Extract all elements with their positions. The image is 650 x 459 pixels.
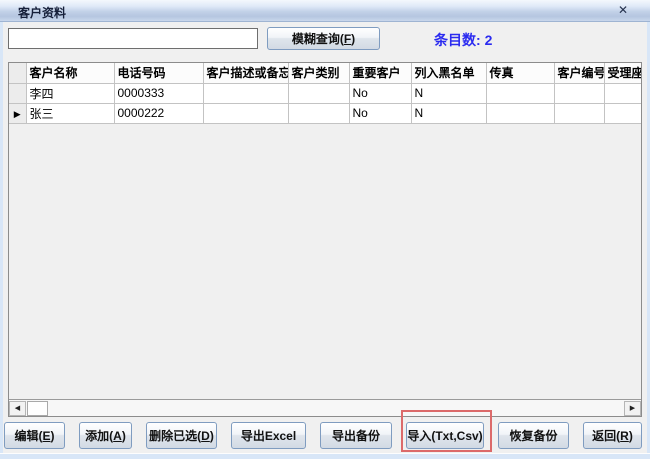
restore-backup-button[interactable]: 恢复备份 <box>498 422 569 449</box>
search-input[interactable] <box>8 28 258 49</box>
grid-cell[interactable]: N <box>411 103 486 123</box>
column-header[interactable]: 传真 <box>486 63 554 83</box>
delete-selected-button[interactable]: 删除已选(D) <box>146 422 217 449</box>
grid-cell[interactable] <box>486 103 554 123</box>
footer-button-bar: 编辑(E) 添加(A) 删除已选(D) 导出Excel 导出备份导入(Txt,Csv) 恢… <box>4 422 642 449</box>
window-frame-left <box>0 22 3 459</box>
entry-count: 条目数: 2 <box>434 30 492 50</box>
grid-cell[interactable] <box>486 83 554 103</box>
grid-cell[interactable]: 张三 <box>26 103 114 123</box>
grid-cell[interactable]: No <box>349 83 411 103</box>
current-row-arrow-icon: ▶ <box>14 109 21 119</box>
row-selector[interactable]: ▶ <box>9 103 26 123</box>
grid-cell[interactable] <box>554 83 604 103</box>
row-selector-header[interactable] <box>9 63 26 83</box>
entry-count-label: 条目数: <box>434 32 481 48</box>
column-header[interactable]: 客户描述或备忘 <box>203 63 288 83</box>
export-excel-button[interactable]: 导出Excel <box>231 422 306 449</box>
column-header[interactable]: 电话号码 <box>114 63 203 83</box>
column-header[interactable]: 受理座席 <box>604 63 642 83</box>
column-header[interactable]: 重要客户 <box>349 63 411 83</box>
grid-cell[interactable] <box>554 103 604 123</box>
fuzzy-query-button[interactable]: 模糊查询(F) <box>267 27 380 50</box>
column-header[interactable]: 列入黑名单 <box>411 63 486 83</box>
grid-cell[interactable]: 0000222 <box>114 103 203 123</box>
column-header[interactable]: 客户编号 <box>554 63 604 83</box>
title-bar[interactable]: 客户资料 ✕ <box>0 0 650 22</box>
grid-cell[interactable]: 0000333 <box>114 83 203 103</box>
grid-row[interactable]: 李四0000333 NoN <box>9 83 642 103</box>
customer-grid: 客户名称电话号码客户描述或备忘客户类别重要客户列入黑名单传真客户编号受理座席李四… <box>8 62 642 417</box>
entry-count-value: 2 <box>485 32 493 48</box>
grid-row[interactable]: ▶ 张三0000222 NoN <box>9 103 642 123</box>
row-selector[interactable] <box>9 83 26 103</box>
grid-cell[interactable]: 李四 <box>26 83 114 103</box>
scrollbar-thumb[interactable] <box>27 401 48 416</box>
scroll-left-icon[interactable]: ◀ <box>9 401 26 416</box>
horizontal-scrollbar[interactable]: ◀ ▶ <box>9 399 641 416</box>
grid-cell[interactable] <box>203 83 288 103</box>
customer-grid-table: 客户名称电话号码客户描述或备忘客户类别重要客户列入黑名单传真客户编号受理座席李四… <box>9 63 642 124</box>
column-header[interactable]: 客户名称 <box>26 63 114 83</box>
column-header[interactable]: 客户类别 <box>288 63 349 83</box>
return-button[interactable]: 返回(R) <box>583 422 642 449</box>
grid-cell[interactable]: No <box>349 103 411 123</box>
grid-cell[interactable] <box>203 103 288 123</box>
grid-cell[interactable] <box>604 103 642 123</box>
scroll-right-icon[interactable]: ▶ <box>624 401 641 416</box>
edit-button[interactable]: 编辑(E) <box>4 422 65 449</box>
grid-cell[interactable]: N <box>411 83 486 103</box>
customer-info-dialog: 客户资料 ✕ 模糊查询(F) 条目数: 2 客户名称电话号码客户描述或备忘客户类… <box>0 0 650 459</box>
window-frame-bottom <box>0 453 650 459</box>
close-icon[interactable]: ✕ <box>618 3 628 17</box>
add-button[interactable]: 添加(A) <box>79 422 132 449</box>
import-txt-csv-button[interactable]: 导入(Txt,Csv) <box>406 422 484 449</box>
grid-cell[interactable] <box>288 83 349 103</box>
grid-cell[interactable] <box>604 83 642 103</box>
window-title: 客户资料 <box>18 4 66 21</box>
export-backup-button[interactable]: 导出备份 <box>320 422 392 449</box>
grid-cell[interactable] <box>288 103 349 123</box>
